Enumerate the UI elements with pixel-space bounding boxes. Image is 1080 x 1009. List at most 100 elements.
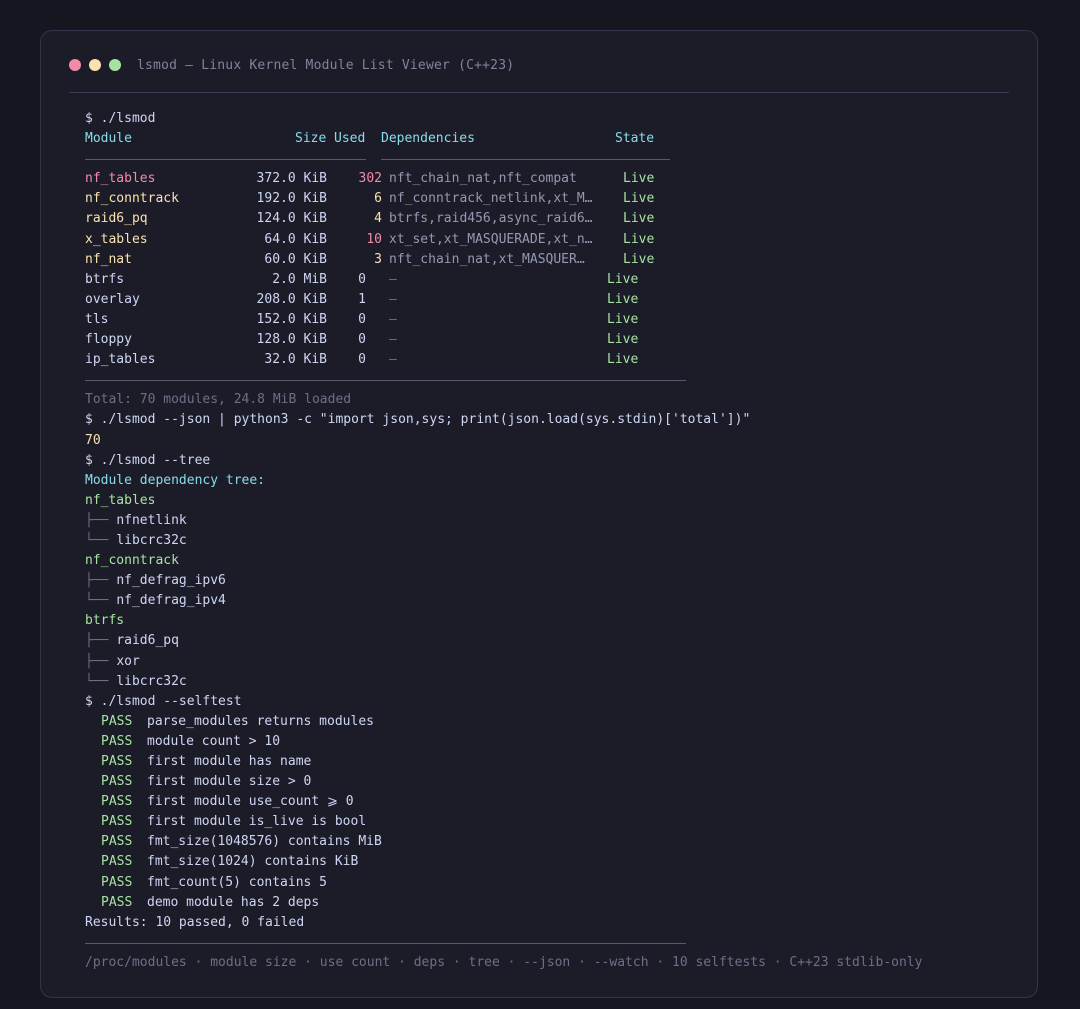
module-name: raid6_pq <box>85 211 148 227</box>
table-row: nf_tables 372.0 KiB 302 nft_chain_nat,nft_c… <box>85 169 1005 189</box>
module-used: 3 <box>374 251 382 267</box>
module-deps: nf_conntrack_netlink,xt_M… <box>389 191 593 207</box>
close-window-button[interactable] <box>69 59 81 71</box>
module-size: 60.0 KiB <box>264 251 327 267</box>
table-row: tls 152.0 KiB 0 — Live <box>85 310 1005 330</box>
module-used: 1 <box>358 291 366 307</box>
table-bottom-rule <box>85 370 1005 390</box>
header-underline <box>85 159 366 161</box>
module-used: 0 <box>358 311 366 327</box>
header-deps: Dependencies <box>381 131 475 147</box>
terminal-window: lsmod — Linux Kernel Module List Viewer … <box>40 30 1038 998</box>
selftest-name: first module use_count ⩾ 0 <box>147 794 354 810</box>
pass-badge: PASS <box>101 713 133 729</box>
table-row: nf_nat 60.0 KiB 3 nft_chain_nat,xt_MASQUER…… <box>85 250 1005 270</box>
tree-root: nf_conntrack <box>85 553 179 569</box>
selftest-name: fmt_size(1024) contains KiB <box>147 854 359 870</box>
module-used: 4 <box>374 211 382 227</box>
pass-badge: PASS <box>101 874 133 890</box>
minimize-window-button[interactable] <box>89 59 101 71</box>
header-state: State <box>615 131 655 147</box>
tree-node: ├── nf_defrag_ipv6 <box>85 571 1005 591</box>
selftest-name: first module is_live is bool <box>147 814 367 830</box>
module-name: nf_conntrack <box>85 191 179 207</box>
tree-branch: ├── <box>85 633 117 649</box>
module-name: ip_tables <box>85 352 156 368</box>
selftest-list: PASS parse_modules returns modules PASS mod… <box>85 712 1005 913</box>
table-row: overlay 208.0 KiB 1 — Live <box>85 290 1005 310</box>
table-row: raid6_pq 124.0 KiB 4 btrfs,raid456,async_ra… <box>85 209 1005 229</box>
header-module: Module <box>85 131 132 147</box>
dependency-tree: nf_tables ├── nfnetlink └── libcrc32c nf_co… <box>85 491 1005 692</box>
module-deps: — <box>389 352 397 368</box>
tree-node-name: nfnetlink <box>116 512 187 528</box>
module-size: 2.0 MiB <box>272 271 327 287</box>
module-size: 372.0 KiB <box>256 171 327 187</box>
tree-node: ├── raid6_pq <box>85 631 1005 651</box>
module-size: 124.0 KiB <box>256 211 327 227</box>
pass-badge: PASS <box>101 834 133 850</box>
command-line: $ ./lsmod --selftest <box>85 693 242 709</box>
header-underline <box>381 159 670 161</box>
module-table: nf_tables 372.0 KiB 302 nft_chain_nat,nft_c… <box>85 169 1005 370</box>
module-deps: nft_chain_nat,nft_compat <box>389 171 577 187</box>
tree-node: └── libcrc32c <box>85 531 1005 551</box>
module-name: x_tables <box>85 231 148 247</box>
selftest-item: PASS module count > 10 <box>85 732 1005 752</box>
module-used: 0 <box>358 271 366 287</box>
header-rule <box>85 149 1005 169</box>
selftest-name: first module has name <box>147 754 312 769</box>
footer-rule <box>85 933 1005 953</box>
command-output: 70 <box>85 432 101 448</box>
module-deps: — <box>389 291 397 307</box>
selftest-name: fmt_size(1048576) contains MiB <box>147 834 382 850</box>
module-state: Live <box>623 251 655 267</box>
selftest-item: PASS fmt_size(1024) contains KiB <box>85 852 1005 872</box>
selftest-item: PASS fmt_count(5) contains 5 <box>85 873 1005 893</box>
table-row: btrfs 2.0 MiB 0 — Live <box>85 270 1005 290</box>
selftest-results: Results: 10 passed, 0 failed <box>85 914 305 930</box>
module-used: 6 <box>374 191 382 207</box>
selftest-item: PASS first module has name <box>85 752 1005 772</box>
title-divider <box>69 92 1009 93</box>
module-used: 0 <box>358 332 366 348</box>
selftest-item: PASS demo module has 2 deps <box>85 893 1005 913</box>
module-state: Live <box>607 291 639 307</box>
pass-badge: PASS <box>101 733 133 749</box>
tree-node: ├── xor <box>85 652 1005 672</box>
command-line: $ ./lsmod <box>85 111 156 126</box>
divider <box>85 942 686 944</box>
selftest-name: first module size > 0 <box>147 774 312 790</box>
module-deps: nft_chain_nat,xt_MASQUER… <box>389 251 585 267</box>
footer-text: /proc/modules · module size · use count … <box>85 954 923 970</box>
module-size: 128.0 KiB <box>256 332 327 348</box>
table-row: floppy 128.0 KiB 0 — Live <box>85 330 1005 350</box>
module-state: Live <box>607 311 639 327</box>
pass-badge: PASS <box>101 814 133 830</box>
module-name: overlay <box>85 291 140 307</box>
command-line: $ ./lsmod --json | python3 -c "import js… <box>85 412 751 428</box>
terminal-output: $ ./lsmod Module Size Used Dependencies … <box>85 109 1005 973</box>
tree-node: ├── nfnetlink <box>85 511 1005 531</box>
module-name: nf_tables <box>85 171 156 187</box>
tree-branch: ├── <box>85 573 117 589</box>
module-deps: btrfs,raid456,async_raid6… <box>389 211 593 227</box>
tree-node-name: raid6_pq <box>116 633 179 649</box>
module-name: tls <box>85 311 109 327</box>
module-size: 152.0 KiB <box>256 311 327 327</box>
module-name: floppy <box>85 332 132 348</box>
module-deps: xt_set,xt_MASQUERADE,xt_n… <box>389 231 593 247</box>
header-size: Size <box>295 131 327 147</box>
tree-node-name: xor <box>116 653 140 669</box>
tree-node-name: nf_defrag_ipv4 <box>116 593 226 609</box>
tree-branch: └── <box>85 673 117 689</box>
selftest-item: PASS first module size > 0 <box>85 772 1005 792</box>
module-state: Live <box>623 231 655 247</box>
pass-badge: PASS <box>101 854 133 870</box>
selftest-name: module count > 10 <box>147 733 281 749</box>
table-row: x_tables 64.0 KiB 10 xt_set,xt_MASQUERADE,x… <box>85 230 1005 250</box>
module-name: nf_nat <box>85 251 132 267</box>
module-size: 32.0 KiB <box>264 352 327 368</box>
header-used: Used <box>334 131 366 147</box>
maximize-window-button[interactable] <box>109 59 121 71</box>
